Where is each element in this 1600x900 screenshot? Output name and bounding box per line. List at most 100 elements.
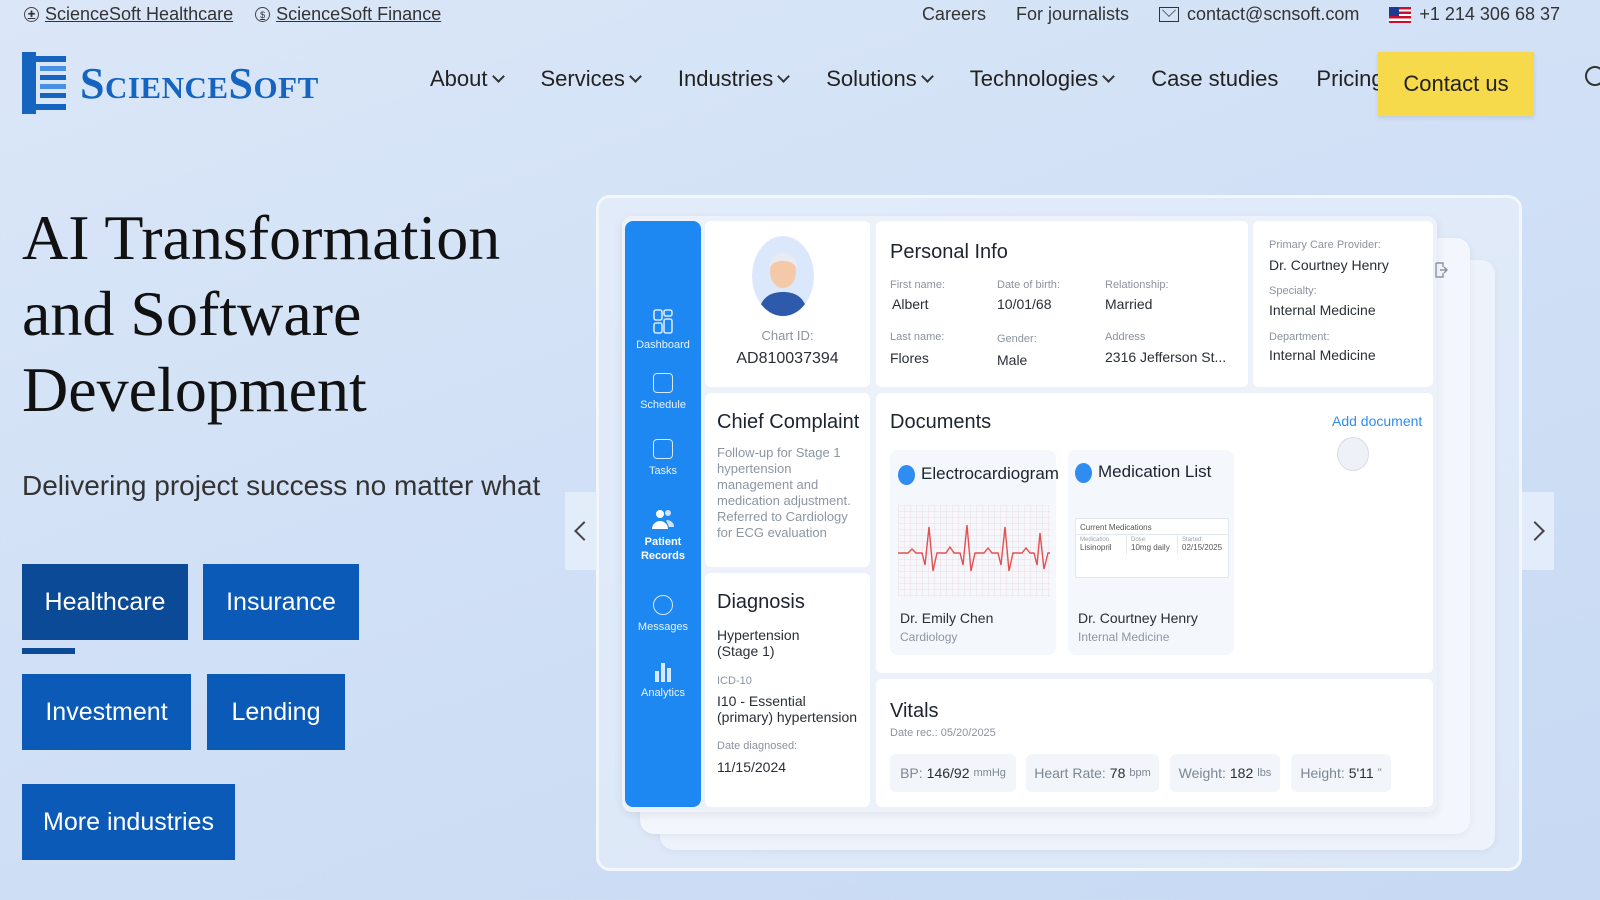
nav-label: Services [540, 66, 625, 91]
cursor-indicator [1337, 437, 1369, 471]
vital-unit: bpm [1129, 767, 1151, 779]
healthcare-link[interactable]: ✚ ScienceSoft Healthcare [24, 4, 233, 25]
logo[interactable]: ScienceSoft [22, 52, 319, 114]
patient-avatar [752, 236, 814, 316]
nav-solutions[interactable]: Solutions [826, 66, 934, 92]
more-industries-button[interactable]: More industries [22, 784, 235, 860]
sidebar-item-analytics[interactable]: Analytics [625, 661, 701, 699]
nav-services[interactable]: Services [540, 66, 642, 92]
department-label: Department: [1269, 331, 1330, 343]
careers-link[interactable]: Careers [922, 4, 986, 25]
vital-label: Heart Rate: [1034, 765, 1106, 781]
nav-case-studies[interactable]: Case studies [1151, 66, 1278, 92]
vital-height: Height: 5'11 " [1291, 754, 1391, 792]
medication-document-title: Medication List [1098, 462, 1212, 481]
ecg-document-title-wrap: Electrocardiogram [898, 464, 1059, 485]
contact-us-button[interactable]: Contact us [1378, 52, 1534, 116]
vital-label: Weight: [1178, 765, 1226, 781]
last-name-label: Last name: [890, 331, 945, 343]
address-value: 2316 Jefferson St... [1105, 349, 1227, 365]
industry-lending-button[interactable]: Lending [207, 674, 345, 750]
sidebar-item-tasks[interactable]: Tasks [625, 439, 701, 477]
date-diagnosed-value: 11/15/2024 [717, 759, 787, 775]
date-diagnosed-label: Date diagnosed: [717, 740, 798, 752]
industry-healthcare-button[interactable]: Healthcare [22, 564, 188, 640]
nav-label: Solutions [826, 66, 917, 91]
nav-technologies[interactable]: Technologies [969, 66, 1116, 92]
us-flag-icon [1389, 6, 1412, 23]
sidebar-item-schedule[interactable]: Schedule [625, 373, 701, 411]
carousel-prev-button[interactable] [565, 492, 597, 570]
vital-value: 146/92 [926, 765, 970, 781]
vital-unit: " [1377, 767, 1382, 779]
personal-info-title: Personal Info [890, 241, 1008, 263]
phone-link[interactable]: +1 214 306 68 37 [1389, 4, 1560, 25]
add-document-link[interactable]: Add document [1332, 413, 1422, 429]
carousel-next-button[interactable] [1522, 492, 1554, 570]
diagnosis-name: Hypertension (Stage 1) [717, 627, 800, 659]
sidebar-label: Patient Records [640, 536, 686, 562]
logout-icon[interactable] [1434, 262, 1448, 278]
search-icon[interactable] [1585, 66, 1600, 86]
chief-complaint-text: Follow-up for Stage 1 hypertension manag… [717, 445, 851, 540]
sidebar-item-patient-records[interactable]: Patient Records [625, 507, 701, 563]
document-icon [1075, 462, 1092, 483]
phone-text: +1 214 306 68 37 [1419, 4, 1560, 24]
sidebar-item-dashboard[interactable]: Dashboard [625, 309, 701, 351]
industry-insurance-button[interactable]: Insurance [203, 564, 359, 640]
nav-label: Industries [677, 66, 774, 91]
hero-subtitle: Delivering project success no matter wha… [22, 470, 541, 501]
specialty-value: Internal Medicine [1269, 302, 1376, 318]
chevron-down-icon [491, 70, 505, 83]
documents-title: Documents [890, 411, 992, 433]
sidebar-label: Tasks [648, 465, 678, 477]
vitals-title: Vitals [890, 700, 939, 722]
vital-weight: Weight: 182 lbs [1170, 754, 1280, 792]
department-value: Internal Medicine [1269, 347, 1376, 363]
specialty-label: Specialty: [1269, 285, 1317, 297]
medication-table: Current Medications Medication Lisinopril… [1075, 518, 1229, 578]
vital-value: 78 [1109, 765, 1126, 781]
sidebar-label: Schedule [640, 399, 686, 411]
ecg-doctor: Dr. Emily Chen [900, 610, 994, 626]
pcp-label: Primary Care Provider: [1269, 239, 1381, 251]
logo-text: ScienceSoft [80, 58, 319, 108]
address-label: Address [1105, 331, 1146, 343]
nav-label: Technologies [969, 66, 1099, 91]
email-text: contact@scnsoft.com [1187, 4, 1360, 24]
nav-industries[interactable]: Industries [677, 66, 791, 92]
sidebar-label: Dashboard [636, 339, 690, 351]
first-name-value: Albert [892, 296, 929, 312]
envelope-icon [1159, 7, 1180, 22]
med-cell-dose: 10mg daily [1131, 543, 1170, 552]
medication-doctor: Dr. Courtney Henry [1078, 610, 1198, 626]
dollar-icon: $ [255, 7, 271, 22]
messages-icon [653, 595, 673, 615]
ecg-graph [898, 505, 1050, 597]
chevron-right-icon [1525, 521, 1545, 541]
sidebar-item-messages[interactable]: Messages [625, 595, 701, 633]
med-cell-started: 02/15/2025 [1182, 543, 1223, 552]
vitals-date: Date rec.: 05/20/2025 [890, 727, 996, 739]
chief-complaint-title: Chief Complaint [717, 411, 860, 433]
dob-value: 10/01/68 [997, 296, 1052, 312]
journalists-link[interactable]: For journalists [1016, 4, 1129, 25]
top-bar: ✚ ScienceSoft Healthcare $ ScienceSoft F… [0, 0, 1600, 28]
gender-value: Male [997, 352, 1028, 368]
email-link[interactable]: contact@scnsoft.com [1159, 4, 1359, 25]
nav-pricing[interactable]: Pricing [1316, 66, 1383, 92]
vital-unit: mmHg [973, 767, 1006, 779]
chart-id-value: AD810037394 [736, 350, 839, 367]
nav-about[interactable]: About [430, 66, 505, 92]
logo-icon [22, 52, 66, 114]
hero-title: AI Transformation and Software Developme… [22, 202, 501, 425]
pcp-value: Dr. Courtney Henry [1269, 257, 1389, 273]
chevron-down-icon [920, 70, 934, 83]
relationship-label: Relationship: [1105, 279, 1169, 291]
finance-link[interactable]: $ ScienceSoft Finance [255, 4, 441, 25]
gender-label: Gender: [997, 333, 1037, 345]
icd-value: I10 - Essential (primary) hypertension [717, 693, 858, 725]
dashboard-sidebar: Dashboard Schedule Tasks Patient Records… [625, 221, 701, 807]
industry-investment-button[interactable]: Investment [22, 674, 191, 750]
document-icon [898, 464, 915, 485]
